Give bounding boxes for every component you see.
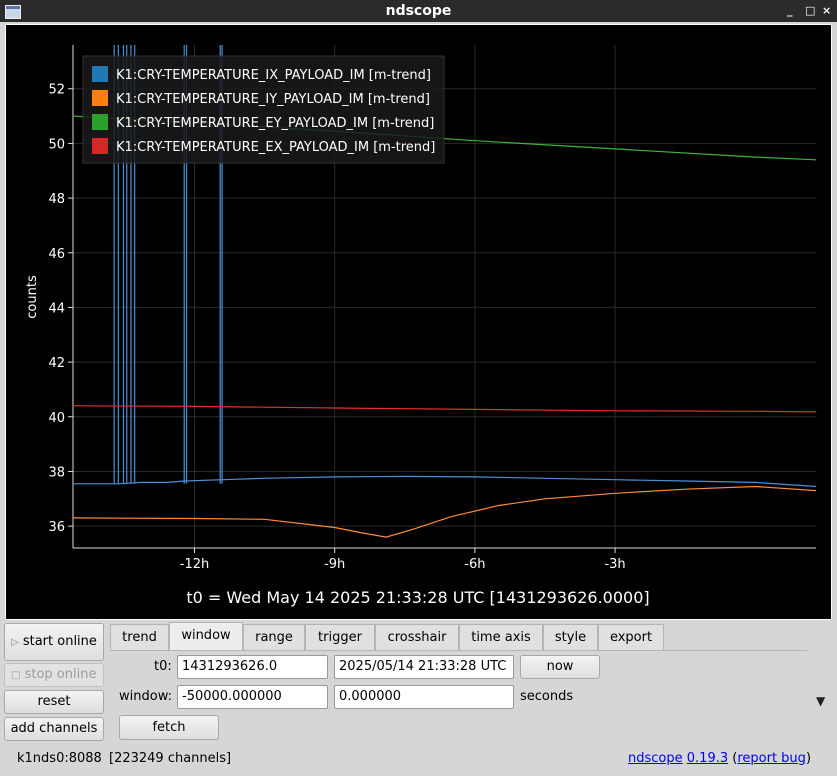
- stop-icon: □: [11, 670, 21, 681]
- tab-style[interactable]: style: [543, 624, 598, 650]
- tab-trigger[interactable]: trigger: [305, 624, 375, 650]
- tab-export[interactable]: export: [598, 624, 664, 650]
- now-button[interactable]: now: [520, 655, 600, 679]
- paren-close: ): [805, 751, 812, 766]
- close-button[interactable]: ×: [822, 2, 831, 20]
- legend-swatch: [92, 66, 108, 82]
- ndscope-link[interactable]: ndscope: [628, 751, 683, 766]
- collapse-arrow-icon[interactable]: ▼: [816, 694, 825, 708]
- tab-pane-border: [110, 650, 807, 651]
- minimize-button[interactable]: _: [787, 2, 793, 20]
- app-icon: [5, 5, 21, 19]
- start-online-button[interactable]: ▷ start online: [4, 623, 104, 661]
- y-tick-label: 40: [48, 411, 65, 426]
- t0-gps-input[interactable]: 1431293626.0: [177, 655, 328, 679]
- version-link[interactable]: 0.19.3: [687, 751, 728, 766]
- x-tick-label: -6h: [464, 557, 485, 572]
- window-label: window:: [119, 689, 172, 704]
- x-tick-label: -12h: [180, 557, 209, 572]
- report-bug-link[interactable]: report bug: [737, 751, 806, 766]
- start-online-label: start online: [22, 634, 97, 649]
- t0-utc-input[interactable]: 2025/05/14 21:33:28 UTC: [334, 655, 514, 679]
- x-tick-label: -9h: [324, 557, 345, 572]
- maximize-button[interactable]: □: [805, 2, 815, 20]
- tab-window[interactable]: window: [169, 622, 243, 651]
- legend-label: K1:CRY-TEMPERATURE_EY_PAYLOAD_IM [m-tren…: [116, 116, 434, 131]
- y-tick-label: 46: [48, 247, 65, 262]
- stop-online-label: stop online: [24, 667, 97, 682]
- window-start-input[interactable]: -50000.000000: [177, 685, 328, 709]
- x-tick-label: -3h: [604, 557, 625, 572]
- seconds-label: seconds: [520, 689, 574, 704]
- version-info: ndscope 0.19.3 (report bug): [628, 751, 811, 767]
- legend-swatch: [92, 138, 108, 154]
- y-tick-label: 50: [48, 137, 65, 152]
- plot-area[interactable]: 36 38 40 42 44 46 48 50 52 -12h -9h -6h -3h K1:CRY-T…: [5, 24, 832, 620]
- trend-chart[interactable]: 36 38 40 42 44 46 48 50 52 -12h -9h -6h -3h K1:CRY-T…: [6, 25, 831, 619]
- play-icon: ▷: [11, 637, 19, 648]
- reset-button[interactable]: reset: [4, 690, 104, 714]
- tab-crosshair[interactable]: crosshair: [375, 624, 459, 650]
- window-end-input[interactable]: 0.000000: [334, 685, 514, 709]
- add-channels-button[interactable]: add channels: [4, 717, 104, 741]
- title-bar: ndscope _ □ ×: [0, 0, 837, 22]
- y-tick-label: 52: [48, 83, 65, 98]
- t0-timestamp-label: t0 = Wed May 14 2025 21:33:28 UTC [14312…: [186, 588, 649, 607]
- series-line-1: [73, 485, 816, 538]
- y-tick-label: 48: [48, 192, 65, 207]
- stop-online-button[interactable]: □ stop online: [4, 663, 104, 687]
- legend-label: K1:CRY-TEMPERATURE_EX_PAYLOAD_IM [m-tren…: [116, 140, 435, 155]
- channel-count: [223249 channels]: [109, 751, 232, 766]
- y-tick-label: 44: [48, 301, 65, 316]
- server-status: k1nds0:8088: [17, 751, 102, 766]
- y-tick-label: 36: [48, 520, 65, 535]
- legend-label: K1:CRY-TEMPERATURE_IX_PAYLOAD_IM [m-tren…: [116, 68, 431, 83]
- legend-swatch: [92, 90, 108, 106]
- y-axis-label: counts: [25, 275, 40, 319]
- tab-time-axis[interactable]: time axis: [459, 624, 543, 650]
- legend-label: K1:CRY-TEMPERATURE_IY_PAYLOAD_IM [m-tren…: [116, 92, 430, 107]
- legend-swatch: [92, 114, 108, 130]
- window-title: ndscope: [385, 3, 452, 19]
- y-tick-label: 42: [48, 356, 65, 371]
- tab-trend[interactable]: trend: [110, 624, 169, 650]
- t0-label: t0:: [154, 659, 172, 674]
- y-tick-label: 38: [48, 465, 65, 480]
- tab-range[interactable]: range: [243, 624, 305, 650]
- fetch-button[interactable]: fetch: [119, 715, 219, 740]
